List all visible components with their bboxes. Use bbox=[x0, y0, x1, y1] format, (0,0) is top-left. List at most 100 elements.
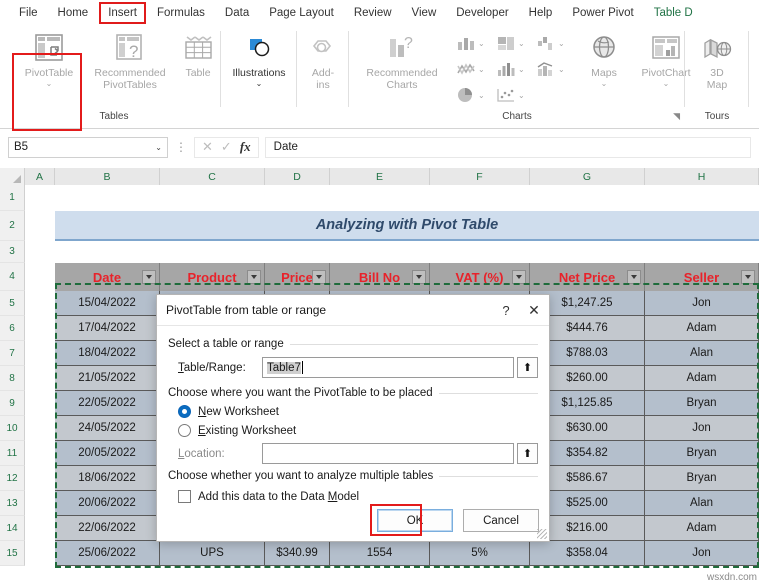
row-header-9[interactable]: 9 bbox=[0, 391, 25, 416]
cell-date[interactable]: 18/04/2022 bbox=[55, 341, 160, 366]
tab-help[interactable]: Help bbox=[520, 2, 562, 24]
column-header-b[interactable]: B bbox=[55, 168, 160, 185]
chevron-down-icon[interactable]: ⌄ bbox=[518, 65, 525, 74]
row-header-13[interactable]: 13 bbox=[0, 491, 25, 516]
cell-seller[interactable]: Adam bbox=[645, 516, 759, 541]
confirm-entry-icon[interactable]: ✓ bbox=[221, 139, 232, 155]
chevron-down-icon[interactable]: ⌄ bbox=[478, 91, 485, 100]
checkbox-data-model[interactable] bbox=[178, 490, 191, 503]
name-box-chevron-down-icon[interactable]: ⌄ bbox=[155, 143, 162, 152]
chevron-down-icon[interactable]: ⌄ bbox=[558, 39, 565, 48]
tab-view[interactable]: View bbox=[403, 2, 446, 24]
pie-chart-button[interactable]: ⌄ bbox=[456, 87, 485, 103]
help-icon[interactable]: ? bbox=[493, 303, 519, 318]
chevron-down-icon[interactable]: ⌄ bbox=[518, 91, 525, 100]
row-header-6[interactable]: 6 bbox=[0, 316, 25, 341]
column-header-a[interactable]: A bbox=[25, 168, 55, 185]
column-header-e[interactable]: E bbox=[330, 168, 430, 185]
radio-existing-worksheet[interactable] bbox=[178, 424, 191, 437]
table-header-net-price[interactable]: Net Price bbox=[530, 263, 645, 291]
waterfall-chart-button[interactable]: ⌄ bbox=[536, 35, 565, 51]
cell-seller[interactable]: Alan bbox=[645, 341, 759, 366]
cell-seller[interactable]: Alan bbox=[645, 491, 759, 516]
tab-developer[interactable]: Developer bbox=[447, 2, 517, 24]
table-header-bill-no[interactable]: Bill No bbox=[330, 263, 430, 291]
statistic-chart-button[interactable]: ⌄ bbox=[496, 61, 525, 77]
table-range-picker-icon[interactable]: ⬆ bbox=[517, 357, 538, 378]
table-range-input[interactable]: Table7 bbox=[262, 357, 514, 378]
cell-seller[interactable]: Bryan bbox=[645, 466, 759, 491]
recommended-charts-button[interactable]: ? Recommended Charts bbox=[356, 31, 448, 91]
cell-date[interactable]: 17/04/2022 bbox=[55, 316, 160, 341]
tab-data[interactable]: Data bbox=[216, 2, 258, 24]
cell-seller[interactable]: Jon bbox=[645, 291, 759, 316]
cell-date[interactable]: 25/06/2022 bbox=[55, 541, 160, 566]
chevron-down-icon[interactable]: ⌄ bbox=[518, 39, 525, 48]
filter-dropdown-icon[interactable] bbox=[512, 270, 526, 284]
cell-seller[interactable]: Adam bbox=[645, 316, 759, 341]
pivottable-button[interactable]: PivotTable ⌄ bbox=[14, 31, 84, 88]
column-header-c[interactable]: C bbox=[160, 168, 265, 185]
table-header-price[interactable]: Price bbox=[265, 263, 330, 291]
illustrations-button[interactable]: Illustrations ⌄ bbox=[224, 31, 294, 88]
cancel-button[interactable]: Cancel bbox=[463, 509, 539, 532]
filter-dropdown-icon[interactable] bbox=[247, 270, 261, 284]
cell-bill-no[interactable]: 1554 bbox=[330, 541, 430, 566]
row-header-12[interactable]: 12 bbox=[0, 466, 25, 491]
row-header-3[interactable]: 3 bbox=[0, 241, 25, 263]
combo-chart-button[interactable]: ⌄ bbox=[536, 61, 565, 77]
location-picker-icon[interactable]: ⬆ bbox=[517, 443, 538, 464]
line-chart-button[interactable]: ⌄ bbox=[456, 61, 485, 77]
formula-input[interactable]: Date bbox=[265, 137, 751, 158]
chevron-down-icon[interactable]: ⌄ bbox=[558, 65, 565, 74]
tab-formulas[interactable]: Formulas bbox=[148, 2, 214, 24]
addins-button[interactable]: Add- ins bbox=[300, 31, 346, 91]
column-header-d[interactable]: D bbox=[265, 168, 330, 185]
cancel-entry-icon[interactable]: ✕ bbox=[202, 139, 213, 155]
cell-seller[interactable]: Adam bbox=[645, 366, 759, 391]
cell-date[interactable]: 22/06/2022 bbox=[55, 516, 160, 541]
cell-price[interactable]: $340.99 bbox=[265, 541, 330, 566]
cell-vat[interactable]: 5% bbox=[430, 541, 530, 566]
cell-date[interactable]: 20/05/2022 bbox=[55, 441, 160, 466]
filter-dropdown-icon[interactable] bbox=[312, 270, 326, 284]
hierarchy-chart-button[interactable]: ⌄ bbox=[496, 35, 525, 51]
maps-chevron-down-icon[interactable]: ⌄ bbox=[601, 80, 608, 88]
row-header-15[interactable]: 15 bbox=[0, 541, 25, 566]
banner-title[interactable]: Analyzing with Pivot Table bbox=[55, 211, 759, 241]
column-header-g[interactable]: G bbox=[530, 168, 645, 185]
cell-date[interactable]: 18/06/2022 bbox=[55, 466, 160, 491]
radio-existing-worksheet-row[interactable]: Existing Worksheet bbox=[178, 424, 538, 437]
chevron-down-icon[interactable]: ⌄ bbox=[478, 39, 485, 48]
cell-seller[interactable]: Bryan bbox=[645, 441, 759, 466]
row-header-2[interactable]: 2 bbox=[0, 211, 25, 241]
cell-seller[interactable]: Bryan bbox=[645, 391, 759, 416]
dialog-title-bar[interactable]: PivotTable from table or range ? ✕ bbox=[157, 295, 549, 326]
column-header-h[interactable]: H bbox=[645, 168, 759, 185]
cell-net-price[interactable]: $358.04 bbox=[530, 541, 645, 566]
table-header-seller[interactable]: Seller bbox=[645, 263, 759, 291]
cell-date[interactable]: 15/04/2022 bbox=[55, 291, 160, 316]
scatter-chart-button[interactable]: ⌄ bbox=[496, 87, 525, 103]
filter-dropdown-icon[interactable] bbox=[741, 270, 755, 284]
row-header-4[interactable]: 4 bbox=[0, 263, 25, 291]
tab-home[interactable]: Home bbox=[49, 2, 98, 24]
cell-date[interactable]: 20/06/2022 bbox=[55, 491, 160, 516]
row-header-14[interactable]: 14 bbox=[0, 516, 25, 541]
cell-date[interactable]: 21/05/2022 bbox=[55, 366, 160, 391]
pivottable-chevron-down-icon[interactable]: ⌄ bbox=[46, 80, 53, 88]
cell-date[interactable]: 22/05/2022 bbox=[55, 391, 160, 416]
close-icon[interactable]: ✕ bbox=[519, 302, 549, 319]
table-header-date[interactable]: Date bbox=[55, 263, 160, 291]
cell-seller[interactable]: Jon bbox=[645, 541, 759, 566]
tab-table-design[interactable]: Table D bbox=[645, 2, 702, 24]
3d-map-button[interactable]: 3D Map bbox=[688, 31, 746, 91]
filter-dropdown-icon[interactable] bbox=[142, 270, 156, 284]
recommended-pivottables-button[interactable]: ? Recommended PivotTables bbox=[86, 31, 174, 91]
table-header-vat[interactable]: VAT (%) bbox=[430, 263, 530, 291]
filter-dropdown-icon[interactable] bbox=[412, 270, 426, 284]
tab-page-layout[interactable]: Page Layout bbox=[260, 2, 343, 24]
cell-product[interactable]: UPS bbox=[160, 541, 265, 566]
row-header-11[interactable]: 11 bbox=[0, 441, 25, 466]
checkbox-data-model-row[interactable]: Add this data to the Data Model bbox=[178, 490, 538, 503]
